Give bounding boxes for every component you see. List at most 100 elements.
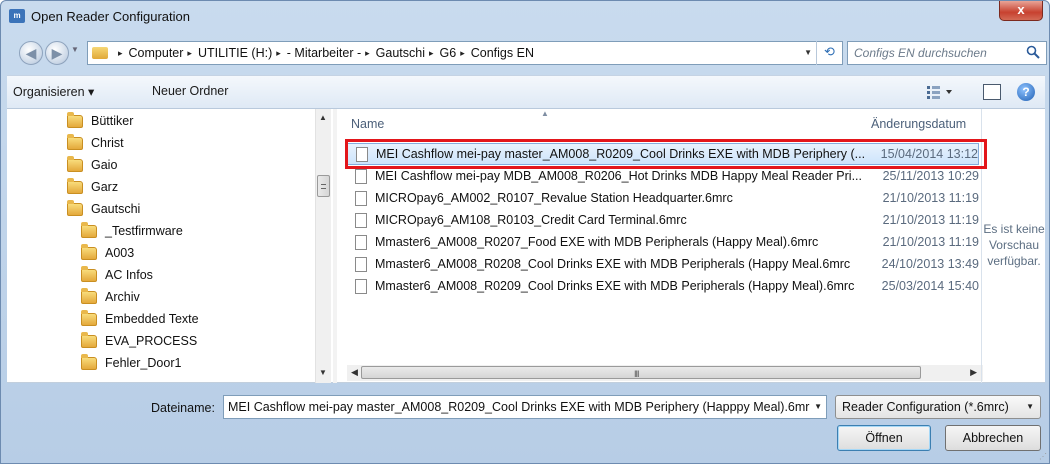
- address-bar[interactable]: ▸ Computer ▸ UTILITIE (H:) ▸ - Mitarbeit…: [87, 41, 843, 65]
- breadcrumb-separator: ▸: [118, 47, 123, 58]
- help-icon[interactable]: ?: [1017, 83, 1035, 101]
- nav-folder-embedded-texte[interactable]: Embedded Texte: [81, 309, 199, 329]
- document-icon: [355, 212, 367, 228]
- column-header-date[interactable]: Änderungsdatum: [871, 117, 966, 131]
- breadcrumb-separator[interactable]: ▸: [460, 48, 465, 59]
- folder-icon: [67, 133, 83, 150]
- scroll-right-icon[interactable]: ▶: [970, 367, 977, 378]
- scroll-left-icon[interactable]: ◀: [351, 367, 358, 378]
- file-name: Mmaster6_AM008_R0209_Cool Drinks EXE wit…: [375, 279, 855, 293]
- file-row[interactable]: Mmaster6_AM008_R0207_Food EXE with MDB P…: [347, 231, 979, 253]
- document-icon: [355, 234, 367, 250]
- folder-icon: [81, 309, 97, 326]
- chevron-down-icon[interactable]: ▼: [814, 402, 822, 411]
- nav-folder-a003[interactable]: A003: [81, 243, 134, 263]
- new-folder-button[interactable]: Neuer Ordner: [152, 84, 228, 98]
- breadcrumb-mitarbeiter[interactable]: - Mitarbeiter -: [287, 46, 361, 60]
- nav-folder-garz[interactable]: Garz: [67, 177, 118, 197]
- file-row[interactable]: MICROpay6_AM002_R0107_Revalue Station He…: [347, 187, 979, 209]
- filename-label: Dateiname:: [151, 401, 215, 415]
- close-button[interactable]: x: [999, 1, 1043, 21]
- folder-icon: [67, 177, 83, 194]
- search-box[interactable]: [847, 41, 1047, 65]
- resize-grip-icon[interactable]: ⋰: [1039, 452, 1047, 461]
- document-icon: [355, 168, 367, 184]
- column-header-name[interactable]: Name: [351, 117, 384, 131]
- folder-icon: [67, 111, 83, 128]
- address-dropdown-icon[interactable]: ▼: [804, 48, 812, 57]
- organize-menu[interactable]: Organisieren ▾: [13, 84, 94, 99]
- scroll-down-icon[interactable]: ▼: [319, 368, 327, 377]
- file-row[interactable]: MICROpay6_AM108_R0103_Credit Card Termin…: [347, 209, 979, 231]
- toolbar: Organisieren ▾ Neuer Ordner ?: [7, 75, 1045, 109]
- folder-icon: [81, 265, 97, 282]
- document-icon: [355, 256, 367, 272]
- scrollbar-thumb[interactable]: [317, 175, 330, 197]
- file-row[interactable]: Mmaster6_AM008_R0209_Cool Drinks EXE wit…: [347, 275, 979, 297]
- file-type-select[interactable]: Reader Configuration (*.6mrc) ▼: [835, 395, 1041, 419]
- view-options-icon[interactable]: [925, 84, 955, 100]
- pane-splitter[interactable]: [333, 109, 337, 383]
- breadcrumb-gautschi[interactable]: Gautschi: [376, 46, 425, 60]
- scroll-up-icon[interactable]: ▲: [319, 113, 327, 122]
- file-name: MEI Cashflow mei-pay MDB_AM008_R0206_Hot…: [375, 169, 862, 183]
- search-icon[interactable]: [1026, 45, 1040, 59]
- folder-icon: [81, 221, 97, 238]
- preview-pane: Es ist keine Vorschau verfügbar.: [981, 109, 1045, 383]
- breadcrumb-computer[interactable]: Computer: [129, 46, 184, 60]
- breadcrumb-separator[interactable]: ▸: [187, 48, 192, 59]
- preview-pane-toggle-icon[interactable]: [983, 84, 1001, 100]
- nav-folder-archiv[interactable]: Archiv: [81, 287, 140, 307]
- folder-icon: [81, 353, 97, 370]
- breadcrumb-separator[interactable]: ▸: [365, 48, 370, 59]
- file-name: Mmaster6_AM008_R0208_Cool Drinks EXE wit…: [375, 257, 851, 271]
- app-icon: m: [9, 9, 25, 23]
- document-icon: [355, 278, 367, 294]
- open-file-dialog: m Open Reader Configuration x ◀ ▶ ▼ ▸ Co…: [0, 0, 1050, 464]
- back-button[interactable]: ◀: [19, 41, 43, 65]
- window-title: Open Reader Configuration: [31, 9, 190, 24]
- search-input[interactable]: [848, 42, 1018, 64]
- file-date: 21/10/2013 11:19: [882, 213, 979, 227]
- sort-ascending-icon: ▲: [541, 109, 549, 118]
- folder-icon: [81, 331, 97, 348]
- breadcrumb-g6[interactable]: G6: [440, 46, 457, 60]
- file-date: 21/10/2013 11:19: [882, 191, 979, 205]
- filename-field[interactable]: ▼: [223, 395, 827, 419]
- file-name: Mmaster6_AM008_R0207_Food EXE with MDB P…: [375, 235, 819, 249]
- nav-folder-buettiker[interactable]: Büttiker: [67, 111, 133, 131]
- breadcrumb-drive[interactable]: UTILITIE (H:): [198, 46, 272, 60]
- file-name: MICROpay6_AM002_R0107_Revalue Station He…: [375, 191, 733, 205]
- recent-pages-dropdown[interactable]: ▼: [71, 45, 79, 54]
- file-date: 21/10/2013 11:19: [882, 235, 979, 249]
- navigation-scrollbar[interactable]: ▲ ▼: [315, 109, 331, 383]
- folder-icon: [81, 287, 97, 304]
- scrollbar-thumb[interactable]: III: [361, 366, 921, 379]
- breadcrumb-separator[interactable]: ▸: [276, 48, 281, 59]
- nav-folder-testfirmware[interactable]: _Testfirmware: [81, 221, 183, 241]
- breadcrumb-configs-en[interactable]: Configs EN: [471, 46, 534, 60]
- forward-button[interactable]: ▶: [45, 41, 69, 65]
- chevron-down-icon[interactable]: ▼: [1026, 402, 1034, 411]
- navigation-pane: Büttiker Christ Gaio Garz Gautschi _Test…: [7, 109, 337, 383]
- nav-folder-gautschi[interactable]: Gautschi: [67, 199, 140, 219]
- filename-input[interactable]: [224, 396, 810, 418]
- document-icon: [355, 190, 367, 206]
- preview-message: Es ist keine Vorschau verfügbar.: [983, 222, 1045, 268]
- folder-icon: [81, 243, 97, 260]
- folder-icon: [67, 199, 83, 216]
- folder-icon: [92, 47, 108, 59]
- nav-folder-ac-infos[interactable]: AC Infos: [81, 265, 153, 285]
- open-button[interactable]: Öffnen: [837, 425, 931, 451]
- refresh-button[interactable]: ⟲: [816, 41, 842, 65]
- cancel-button[interactable]: Abbrechen: [945, 425, 1041, 451]
- nav-folder-fehler-door1[interactable]: Fehler_Door1: [81, 353, 181, 373]
- folder-icon: [67, 155, 83, 172]
- breadcrumb-separator[interactable]: ▸: [429, 48, 434, 59]
- nav-folder-gaio[interactable]: Gaio: [67, 155, 117, 175]
- file-row[interactable]: Mmaster6_AM008_R0208_Cool Drinks EXE wit…: [347, 253, 979, 275]
- nav-folder-christ[interactable]: Christ: [67, 133, 124, 153]
- column-header-row: ▲ Name Änderungsdatum: [341, 109, 981, 135]
- file-list-scrollbar[interactable]: ◀ III ▶: [347, 365, 983, 381]
- nav-folder-eva-process[interactable]: EVA_PROCESS: [81, 331, 197, 351]
